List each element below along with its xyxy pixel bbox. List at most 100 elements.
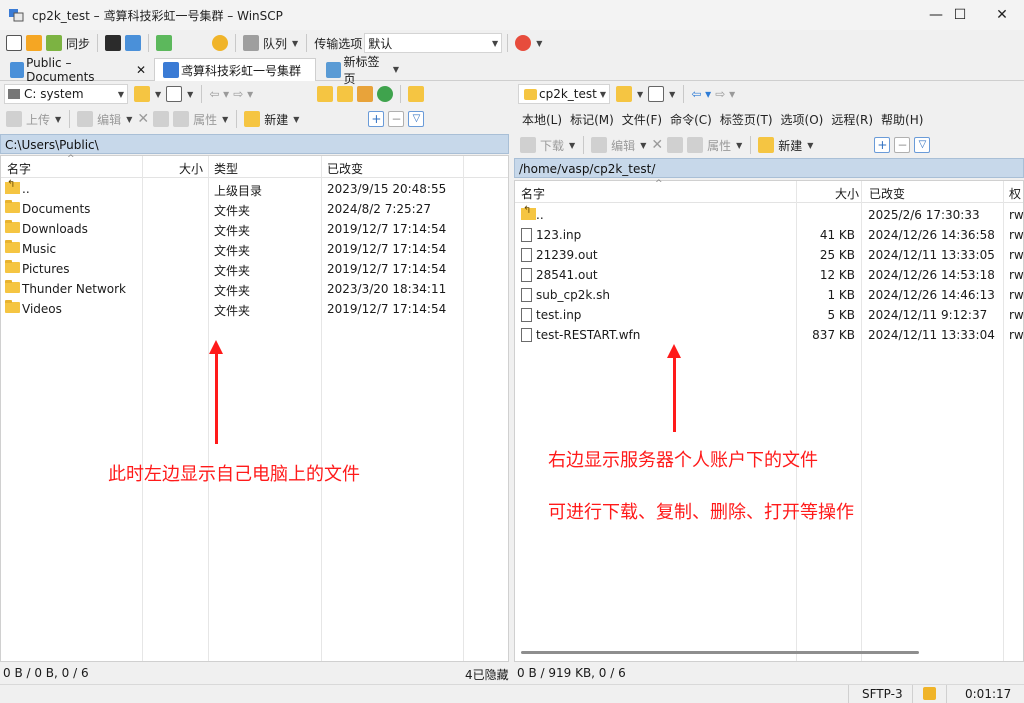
table-row[interactable]: sub_cp2k.sh 1 KB 2024/12/26 14:46:13 rw [515, 285, 1024, 305]
delete-icon[interactable]: ✕ [651, 137, 663, 153]
select-all-icon[interactable]: + [368, 111, 385, 127]
putty-icon[interactable] [125, 35, 142, 51]
table-row[interactable]: 21239.out 25 KB 2024/12/11 13:33:05 rw [515, 245, 1024, 265]
parent-dir-icon[interactable] [317, 86, 334, 102]
col-name[interactable]: 名字 [521, 185, 545, 202]
reconnect-icon[interactable] [515, 35, 532, 51]
drive-select[interactable]: C: system ▼ [4, 84, 128, 104]
chevron-down-icon[interactable]: ▼ [293, 115, 299, 124]
menu-tabs[interactable]: 标签页(T) [720, 111, 773, 128]
col-type[interactable]: 类型 [214, 160, 238, 177]
refresh-icon[interactable] [377, 86, 394, 102]
new-button[interactable]: 新建 [778, 137, 802, 154]
col-size[interactable]: 大小 [835, 185, 859, 202]
chevron-down-icon[interactable]: ▼ [222, 115, 228, 124]
rename-icon[interactable] [667, 137, 684, 153]
col-modified[interactable]: 已改变 [327, 160, 363, 177]
panel-splitter[interactable] [509, 134, 514, 663]
table-row[interactable]: .. 上级目录 2023/9/15 20:48:55 [1, 179, 508, 199]
table-row[interactable]: Music 文件夹 2019/12/7 17:14:54 [1, 239, 508, 259]
select-filter-icon[interactable]: ▽ [408, 111, 425, 127]
table-row[interactable]: 123.inp 41 KB 2024/12/26 14:36:58 rw [515, 225, 1024, 245]
chevron-down-icon[interactable]: ▼ [393, 65, 399, 74]
col-size[interactable]: 大小 [179, 160, 203, 177]
compare-dirs-icon[interactable] [6, 35, 22, 51]
chevron-down-icon[interactable]: ▼ [292, 39, 298, 48]
horizontal-scrollbar[interactable] [521, 651, 919, 654]
chevron-down-icon[interactable]: ▼ [569, 141, 575, 150]
forward-icon[interactable]: ⇨ ▾ [715, 87, 735, 101]
right-path-bar[interactable]: /home/vasp/cp2k_test/ [514, 158, 1024, 178]
chevron-down-icon[interactable]: ▼ [637, 90, 643, 99]
table-row[interactable]: test.inp 5 KB 2024/12/11 9:12:37 rw [515, 305, 1024, 325]
unselect-icon[interactable]: − [894, 137, 911, 153]
chevron-down-icon[interactable]: ▼ [736, 141, 742, 150]
edit-button[interactable]: 编辑 [611, 137, 635, 154]
unselect-icon[interactable]: − [388, 111, 405, 127]
upload-button[interactable]: 上传 [26, 111, 50, 128]
back-icon[interactable]: ⇦ ▾ [209, 87, 229, 101]
chevron-down-icon[interactable]: ▼ [669, 90, 675, 99]
menu-file[interactable]: 文件(F) [622, 111, 662, 128]
home-icon[interactable] [357, 86, 374, 102]
chevron-down-icon[interactable]: ▼ [155, 90, 161, 99]
menu-options[interactable]: 选项(O) [781, 111, 824, 128]
tab-public-documents[interactable]: Public – Documents ✕ [2, 56, 152, 84]
root-dir-icon[interactable] [337, 86, 354, 102]
col-modified[interactable]: 已改变 [869, 185, 905, 202]
close-button[interactable]: ✕ [979, 0, 1024, 30]
menu-local[interactable]: 本地(L) [522, 111, 562, 128]
sync-button[interactable]: 同步 [66, 35, 90, 52]
table-row[interactable]: 28541.out 12 KB 2024/12/26 14:53:18 rw [515, 265, 1024, 285]
rename-icon[interactable] [153, 111, 170, 127]
table-row[interactable]: test-RESTART.wfn 837 KB 2024/12/11 13:33:0… [515, 325, 1024, 345]
table-row[interactable]: Thunder Network 文件夹 2023/3/20 18:34:11 [1, 279, 508, 299]
chevron-down-icon[interactable]: ▼ [187, 90, 193, 99]
transfer-preset-select[interactable]: 默认 ▼ [364, 33, 503, 53]
select-all-icon[interactable]: + [874, 137, 891, 153]
maximize-button[interactable]: ☐ [937, 0, 983, 30]
chevron-down-icon[interactable]: ▼ [807, 141, 813, 150]
table-row[interactable]: Pictures 文件夹 2019/12/7 17:14:54 [1, 259, 508, 279]
properties-button[interactable]: 属性 [193, 111, 217, 128]
close-icon[interactable]: ✕ [136, 63, 146, 77]
left-path-bar[interactable]: C:\Users\Public\ [0, 134, 509, 154]
forward-icon[interactable]: ⇨ ▾ [233, 87, 253, 101]
gear-icon[interactable] [212, 35, 229, 51]
table-row[interactable]: Downloads 文件夹 2019/12/7 17:14:54 [1, 219, 508, 239]
find-files-icon[interactable] [408, 86, 425, 102]
chevron-down-icon[interactable]: ▼ [126, 115, 132, 124]
remote-dir-select[interactable]: cp2k_test ▼ [518, 84, 610, 104]
table-row[interactable]: .. 2025/2/6 17:30:33 rw [515, 205, 1024, 225]
sync-icon[interactable] [46, 35, 62, 51]
select-filter-icon[interactable]: ▽ [914, 137, 931, 153]
chevron-down-icon[interactable]: ▼ [640, 141, 646, 150]
properties-button[interactable]: 属性 [707, 137, 731, 154]
queue-button[interactable]: 队列 [263, 35, 287, 52]
refresh-session-icon[interactable] [156, 35, 173, 51]
left-file-panel[interactable]: 名字 ^ 大小 类型 已改变 .. 上级目录 2023/9/15 20:48:55 D… [0, 154, 509, 662]
tab-session[interactable]: 鸢算科技彩虹一号集群 [154, 58, 316, 81]
menu-command[interactable]: 命令(C) [670, 111, 712, 128]
filter-icon[interactable] [166, 86, 183, 102]
open-folder-icon[interactable] [134, 86, 150, 102]
synchronize-browsing-icon[interactable] [26, 35, 42, 51]
hidden-files-status[interactable]: 4已隐藏 [465, 666, 509, 683]
col-name[interactable]: 名字 [7, 160, 31, 177]
menu-remote[interactable]: 远程(R) [831, 111, 873, 128]
filter-icon[interactable] [648, 86, 665, 102]
table-row[interactable]: Videos 文件夹 2019/12/7 17:14:54 [1, 299, 508, 319]
chevron-down-icon[interactable]: ▼ [55, 115, 61, 124]
new-button[interactable]: 新建 [264, 111, 288, 128]
right-file-panel[interactable]: 名字 ^ 大小 已改变 权 ..2025/2/6 17:30:33rw123.i… [514, 179, 1024, 662]
chevron-down-icon[interactable]: ▼ [536, 39, 542, 48]
back-icon[interactable]: ⇦ ▾ [691, 87, 711, 101]
table-row[interactable]: Documents 文件夹 2024/8/2 7:25:27 [1, 199, 508, 219]
tab-new[interactable]: 新标签页 ▼ [318, 55, 408, 86]
menu-help[interactable]: 帮助(H) [881, 111, 923, 128]
open-folder-icon[interactable] [616, 86, 632, 102]
menu-mark[interactable]: 标记(M) [570, 111, 614, 128]
col-rights[interactable]: 权 [1009, 185, 1021, 202]
delete-icon[interactable]: ✕ [137, 111, 149, 127]
download-button[interactable]: 下载 [540, 137, 564, 154]
